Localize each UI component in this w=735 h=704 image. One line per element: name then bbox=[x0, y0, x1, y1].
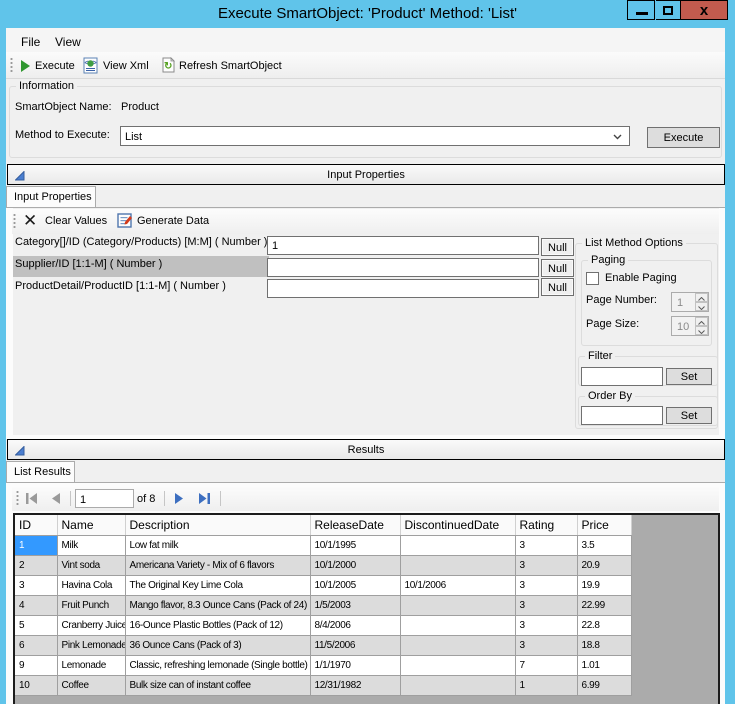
svg-text:↻: ↻ bbox=[164, 61, 172, 72]
